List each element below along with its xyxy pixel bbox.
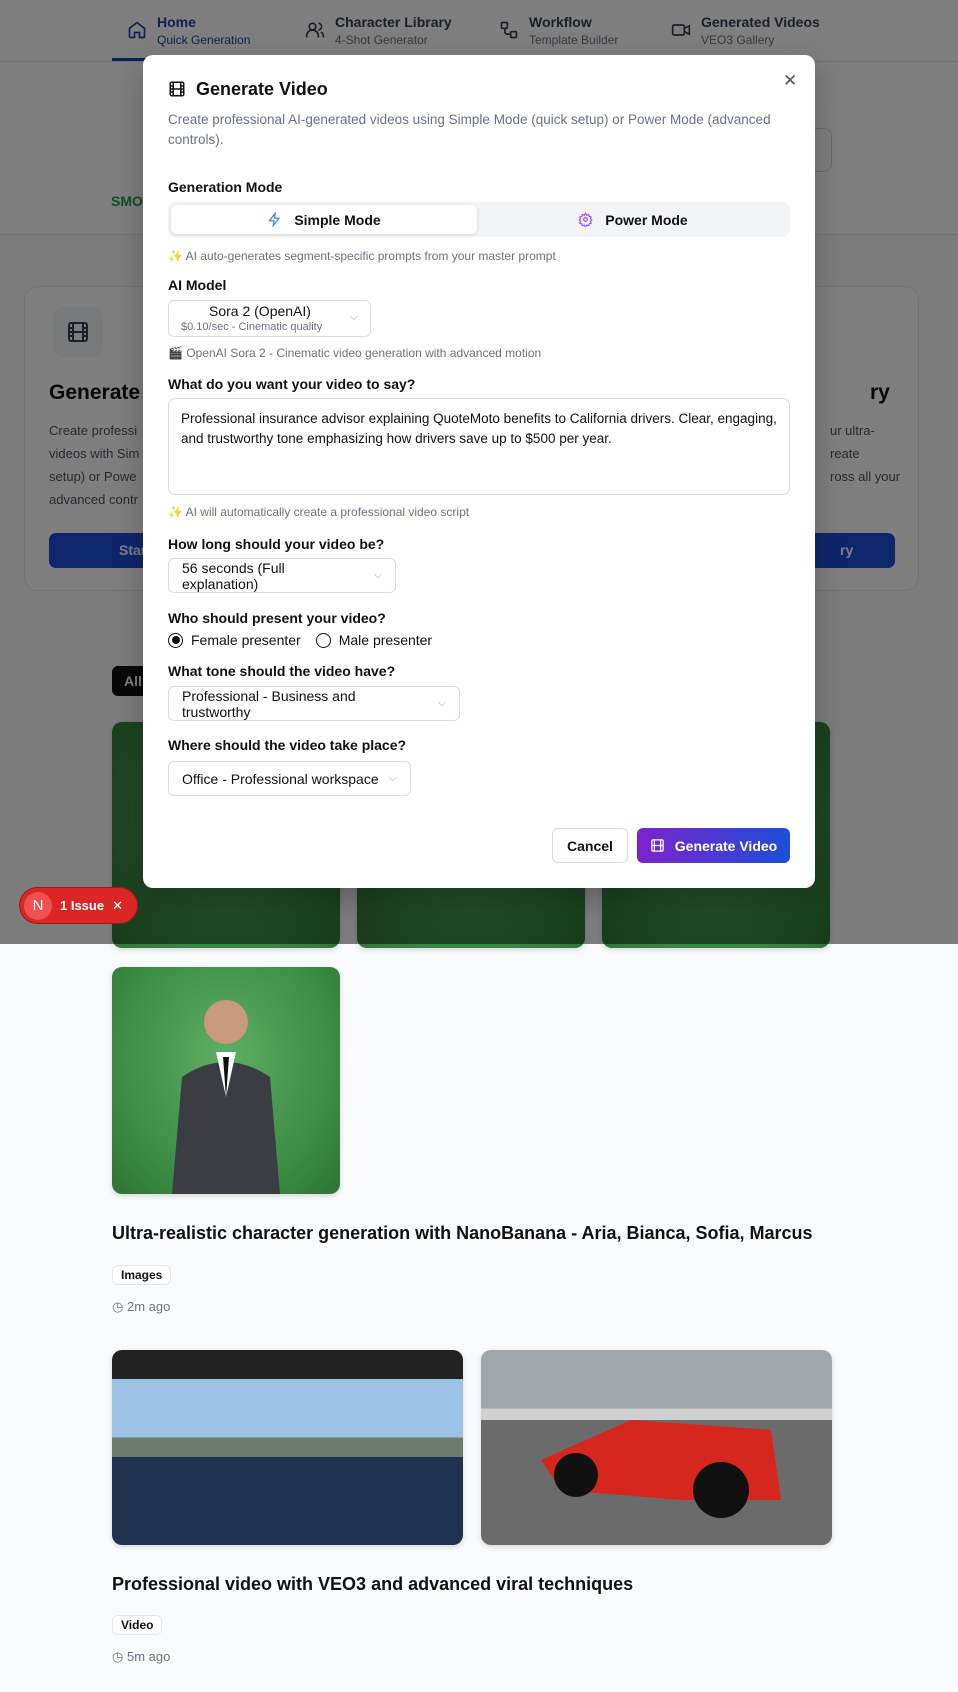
script-label: What do you want your video to say? [168, 376, 416, 392]
tone-value: Professional - Business and trustworthy [182, 687, 356, 720]
male-radio[interactable] [315, 632, 331, 648]
place-value: Office - Professional workspace [182, 770, 379, 787]
cancel-button[interactable]: Cancel [552, 828, 628, 863]
clock-icon: ◷ [112, 1299, 124, 1314]
dialog-description: Create professional AI-generated videos … [168, 112, 771, 147]
racecar-video-thumbnail[interactable] [481, 1350, 832, 1545]
sparkle-icon: ✨ [168, 249, 183, 263]
generate-video-dialog: Generate Video ✕ Create professional AI-… [143, 55, 815, 888]
issue-badge[interactable]: N 1 Issue ✕ [19, 887, 138, 924]
duration-value: 56 seconds (Full explanation) [182, 559, 285, 592]
feed-time: 5m ago [126, 1649, 171, 1664]
film-icon [169, 81, 185, 97]
chevron-down-icon: ⌵ [388, 772, 397, 784]
feed-title: Ultra-realistic character generation wit… [112, 1223, 813, 1243]
chevron-down-icon: ⌵ [349, 311, 358, 323]
script-textarea[interactable]: Professional insurance advisor explainin… [168, 398, 790, 495]
clock-icon: ◷ [112, 1649, 124, 1664]
racecar-illustration [541, 1420, 781, 1518]
place-label: Where should the video take place? [168, 737, 407, 753]
character-image[interactable] [112, 967, 340, 1194]
presenter-label: Who should present your video? [168, 610, 386, 626]
feed-title: Professional video with VEO3 and advance… [112, 1574, 634, 1594]
duration-label: How long should your video be? [168, 536, 385, 552]
chevron-down-icon: ⌵ [373, 569, 382, 581]
male-label[interactable]: Male presenter [339, 632, 432, 648]
gear-icon [578, 212, 593, 227]
tab-simple-mode[interactable]: Simple Mode [171, 205, 477, 234]
dialog-title: Generate Video [196, 79, 328, 99]
close-icon[interactable]: ✕ [112, 898, 123, 914]
tab-label: Power Mode [605, 211, 688, 228]
model-select[interactable]: Sora 2 (OpenAI) $0.10/sec - Cinematic qu… [168, 300, 371, 337]
place-select[interactable]: Office - Professional workspace ⌵ [168, 761, 411, 796]
mode-label: Generation Mode [168, 179, 283, 195]
mode-hint: AI auto-generates segment-specific promp… [185, 249, 556, 263]
clapper-icon: 🎬 [168, 346, 183, 360]
cancel-label: Cancel [567, 837, 613, 854]
lightning-icon [268, 212, 281, 227]
film-icon [651, 839, 664, 852]
generate-label: Generate Video [674, 837, 778, 854]
tab-label: Simple Mode [294, 211, 381, 228]
close-icon[interactable]: ✕ [783, 71, 797, 91]
feed-time: 2m ago [126, 1299, 171, 1314]
model-label: AI Model [168, 277, 227, 293]
model-name: Sora 2 (OpenAI) [209, 303, 311, 319]
mode-toggle: Simple Mode Power Mode [168, 202, 790, 237]
feed-badge: Images [112, 1265, 172, 1285]
duration-select[interactable]: 56 seconds (Full explanation) ⌵ [168, 558, 396, 593]
female-label[interactable]: Female presenter [191, 632, 301, 648]
female-radio[interactable] [168, 632, 183, 648]
tone-select[interactable]: Professional - Business and trustworthy ⌵ [168, 686, 460, 721]
chevron-down-icon: ⌵ [437, 697, 446, 709]
model-subtitle: $0.10/sec - Cinematic quality [181, 321, 323, 333]
person-illustration [172, 1000, 280, 1194]
issue-label: 1 Issue [60, 898, 105, 913]
tone-label: What tone should the video have? [168, 663, 396, 679]
presenter-radio-group: Female presenter Male presenter [168, 632, 432, 648]
issue-logo: N [24, 891, 52, 920]
model-hint: OpenAI Sora 2 - Cinematic video generati… [186, 346, 542, 360]
tab-power-mode[interactable]: Power Mode [480, 205, 786, 234]
feed-badge: Video [112, 1615, 163, 1635]
script-hint: AI will automatically create a professio… [185, 505, 470, 519]
generate-video-button[interactable]: Generate Video [637, 828, 790, 863]
cockpit-video-thumbnail[interactable] [112, 1350, 463, 1545]
sparkle-icon: ✨ [168, 505, 183, 519]
